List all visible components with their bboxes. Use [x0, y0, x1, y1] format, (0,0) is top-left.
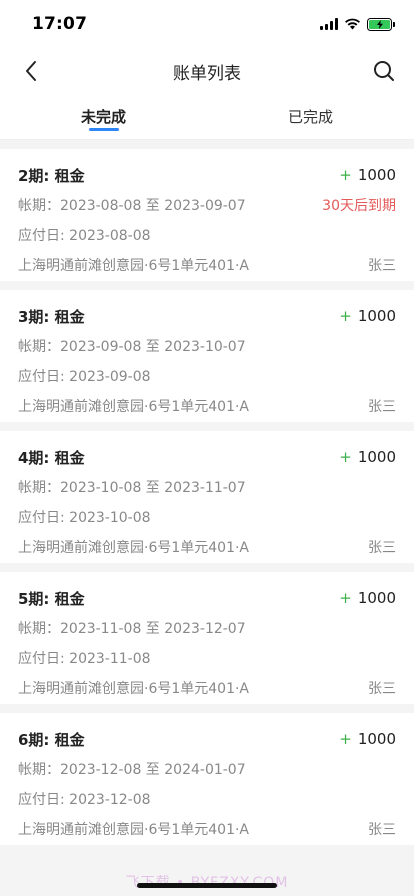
bill-title: 2期: 租金 — [18, 166, 85, 185]
active-tab-indicator — [88, 128, 119, 131]
bill-due-date: 应付日: 2023-11-08 — [18, 648, 151, 668]
battery-icon — [367, 17, 395, 31]
due-date-value: 2023-09-08 — [69, 369, 151, 385]
due-label: 应付日: — [18, 369, 70, 385]
period-label: 帐期： — [18, 762, 60, 778]
bill-amount-value: 1000 — [357, 448, 396, 466]
bill-amount: +1000 — [339, 730, 396, 748]
due-date-value: 2023-08-08 — [69, 228, 151, 244]
period-value: 2023-12-08 至 2024-01-07 — [60, 762, 246, 778]
bill-amount: +1000 — [339, 307, 396, 325]
bill-card[interactable]: 4期: 租金 +1000 帐期：2023-10-08 至 2023-11-07 … — [0, 431, 414, 563]
bill-tenant: 张三 — [368, 399, 396, 415]
chevron-left-icon — [26, 61, 36, 81]
bill-address: 上海明通前滩创意园·6号1单元401·A — [18, 681, 250, 697]
bill-card[interactable]: 3期: 租金 +1000 帐期：2023-09-08 至 2023-10-07 … — [0, 290, 414, 422]
bill-amount: +1000 — [339, 589, 396, 607]
bill-amount-value: 1000 — [357, 589, 396, 607]
bill-due-date: 应付日: 2023-10-08 — [18, 507, 151, 527]
search-button[interactable] — [370, 57, 398, 85]
tab-label: 未完成 — [80, 108, 126, 126]
navigation-bar: 账单列表 — [0, 48, 414, 94]
bill-title: 6期: 租金 — [18, 730, 85, 749]
bill-due-date: 应付日: 2023-12-08 — [18, 789, 151, 809]
bill-address: 上海明通前滩创意园·6号1单元401·A — [18, 258, 250, 274]
status-bar: 17:07 — [0, 0, 414, 48]
plus-sign: + — [339, 448, 352, 466]
bill-period: 帐期：2023-10-08 至 2023-11-07 — [18, 477, 246, 497]
bill-amount-value: 1000 — [357, 730, 396, 748]
bill-amount: +1000 — [339, 166, 396, 184]
bill-due-date: 应付日: 2023-09-08 — [18, 366, 151, 386]
status-tabs: 未完成 已完成 — [0, 94, 414, 140]
bill-card[interactable]: 5期: 租金 +1000 帐期：2023-11-08 至 2023-12-07 … — [0, 572, 414, 704]
plus-sign: + — [339, 307, 352, 325]
bill-period: 帐期：2023-12-08 至 2024-01-07 — [18, 759, 246, 779]
page-title: 账单列表 — [173, 63, 241, 84]
bill-card[interactable]: 2期: 租金 +1000 帐期：2023-08-08 至 2023-09-07 … — [0, 149, 414, 281]
wifi-icon — [345, 18, 360, 30]
watermark: 飞下载 • BYFZXY.COM — [0, 872, 414, 892]
period-label: 帐期： — [18, 621, 60, 637]
due-label: 应付日: — [18, 510, 70, 526]
search-icon — [374, 61, 394, 81]
bill-title: 3期: 租金 — [18, 307, 85, 326]
bill-amount-value: 1000 — [357, 307, 396, 325]
bill-tenant: 张三 — [368, 540, 396, 556]
status-time: 17:07 — [32, 14, 88, 34]
bill-address: 上海明通前滩创意园·6号1单元401·A — [18, 822, 250, 838]
bill-due-date: 应付日: 2023-08-08 — [18, 225, 151, 245]
period-value: 2023-11-08 至 2023-12-07 — [60, 621, 246, 637]
bill-period: 帐期：2023-09-08 至 2023-10-07 — [18, 336, 246, 356]
bill-amount: +1000 — [339, 448, 396, 466]
home-indicator — [137, 883, 277, 888]
bill-amount-value: 1000 — [357, 166, 396, 184]
bill-tenant: 张三 — [368, 258, 396, 274]
period-label: 帐期： — [18, 480, 60, 496]
bill-title: 4期: 租金 — [18, 448, 85, 467]
due-label: 应付日: — [18, 792, 70, 808]
due-notice: 30天后到期 — [322, 198, 396, 214]
bill-address: 上海明通前滩创意园·6号1单元401·A — [18, 540, 250, 556]
bill-card[interactable]: 6期: 租金 +1000 帐期：2023-12-08 至 2024-01-07 … — [0, 713, 414, 845]
tab-label: 已完成 — [287, 108, 333, 126]
signal-icon — [320, 18, 338, 30]
tab-unfinished[interactable]: 未完成 — [0, 94, 207, 139]
bill-tenant: 张三 — [368, 822, 396, 838]
due-label: 应付日: — [18, 651, 70, 667]
plus-sign: + — [339, 589, 352, 607]
bill-address: 上海明通前滩创意园·6号1单元401·A — [18, 399, 250, 415]
plus-sign: + — [339, 730, 352, 748]
back-button[interactable] — [18, 58, 44, 84]
tab-finished[interactable]: 已完成 — [207, 94, 414, 139]
period-label: 帐期： — [18, 198, 60, 214]
due-date-value: 2023-10-08 — [69, 510, 151, 526]
plus-sign: + — [339, 166, 352, 184]
due-label: 应付日: — [18, 228, 70, 244]
system-icons — [320, 17, 395, 31]
due-date-value: 2023-12-08 — [69, 792, 151, 808]
period-value: 2023-08-08 至 2023-09-07 — [60, 198, 246, 214]
period-value: 2023-10-08 至 2023-11-07 — [60, 480, 246, 496]
bill-title: 5期: 租金 — [18, 589, 85, 608]
bill-tenant: 张三 — [368, 681, 396, 697]
bill-period: 帐期：2023-08-08 至 2023-09-07 — [18, 195, 246, 215]
period-label: 帐期： — [18, 339, 60, 355]
period-value: 2023-09-08 至 2023-10-07 — [60, 339, 246, 355]
bill-list: 2期: 租金 +1000 帐期：2023-08-08 至 2023-09-07 … — [0, 140, 414, 896]
due-date-value: 2023-11-08 — [69, 651, 151, 667]
bill-period: 帐期：2023-11-08 至 2023-12-07 — [18, 618, 246, 638]
